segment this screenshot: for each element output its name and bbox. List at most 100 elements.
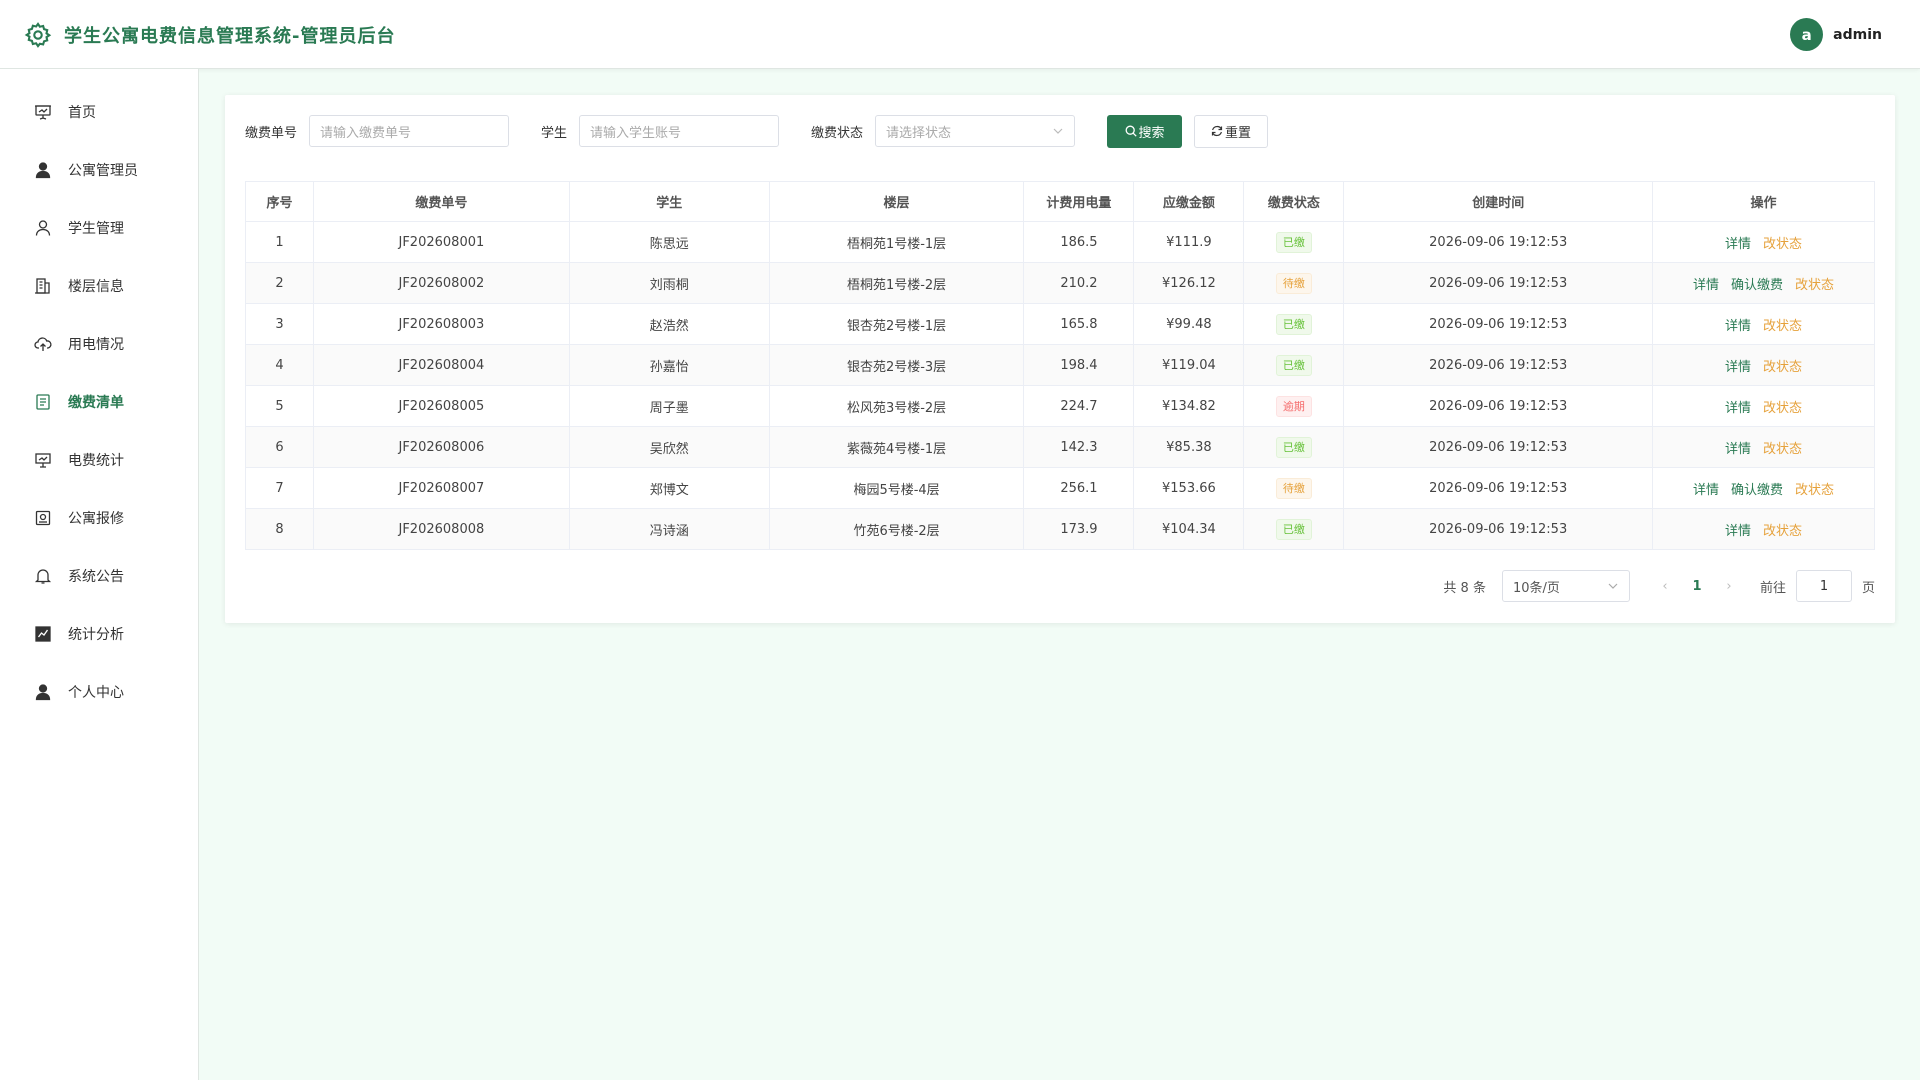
sidebar-item-9[interactable]: 统计分析 xyxy=(0,605,198,663)
table-row: 8 JF202608008 冯诗涵 竹苑6号楼-2层 173.9 ¥104.34 已缴 202… xyxy=(245,508,1875,550)
detail-link[interactable]: 详情 xyxy=(1725,438,1751,457)
student-input[interactable]: 请输入学生账号 xyxy=(579,115,780,147)
detail-link[interactable]: 详情 xyxy=(1725,315,1751,334)
page-number[interactable]: 1 xyxy=(1678,579,1716,594)
floor-name: 梅园5号楼-4层 xyxy=(768,467,1025,509)
goto-page-input[interactable]: 1 xyxy=(1795,570,1852,602)
change-status-link[interactable]: 改状态 xyxy=(1763,356,1802,375)
sidebar-item-8[interactable]: 系统公告 xyxy=(0,547,198,605)
status-cell: 逾期 xyxy=(1243,385,1345,427)
change-status-link[interactable]: 改状态 xyxy=(1795,274,1834,293)
detail-link[interactable]: 详情 xyxy=(1693,479,1719,498)
column-header: 楼层 xyxy=(768,181,1025,222)
detail-link[interactable]: 详情 xyxy=(1725,233,1751,252)
created-time: 2026-09-06 19:12:53 xyxy=(1343,426,1654,468)
created-time: 2026-09-06 19:12:53 xyxy=(1343,467,1654,509)
student-name: 冯诗涵 xyxy=(568,508,770,550)
bill-number: JF202608008 xyxy=(312,508,570,550)
bill-number: JF202608003 xyxy=(312,303,570,345)
status-badge: 待缴 xyxy=(1275,272,1312,294)
column-header: 计费用电量 xyxy=(1023,181,1135,222)
billed-usage: 165.8 xyxy=(1023,303,1135,345)
search-button[interactable]: 搜索 xyxy=(1107,114,1183,148)
sidebar-item-0[interactable]: 首页 xyxy=(0,83,198,141)
billed-usage: 142.3 xyxy=(1023,426,1135,468)
status-badge: 逾期 xyxy=(1275,395,1312,417)
total-count: 共 8 条 xyxy=(1443,580,1486,596)
table-row: 2 JF202608002 刘雨桐 梧桐苑1号楼-2层 210.2 ¥126.12 待缴 20… xyxy=(245,262,1875,304)
prev-page-icon[interactable]: ‹ xyxy=(1652,579,1678,594)
floor-name: 松风苑3号楼-2层 xyxy=(768,385,1025,427)
sidebar-item-6[interactable]: 电费统计 xyxy=(0,431,198,489)
reset-button[interactable]: 重置 xyxy=(1194,114,1269,148)
change-status-link[interactable]: 改状态 xyxy=(1763,315,1802,334)
sidebar-item-10[interactable]: 个人中心 xyxy=(0,663,198,721)
actions-cell: 详情 改状态 xyxy=(1652,385,1875,427)
chevron-down-icon xyxy=(1053,128,1063,134)
reset-button-label: 重置 xyxy=(1225,125,1252,141)
sidebar-item-2[interactable]: 学生管理 xyxy=(0,199,198,257)
student-name: 郑博文 xyxy=(568,467,770,509)
change-status-link[interactable]: 改状态 xyxy=(1763,520,1802,539)
status-badge: 已缴 xyxy=(1275,313,1312,335)
amount-due: ¥134.82 xyxy=(1133,385,1245,427)
status-cell: 待缴 xyxy=(1243,467,1345,509)
change-status-link[interactable]: 改状态 xyxy=(1795,479,1834,498)
sidebar-item-7[interactable]: 公寓报修 xyxy=(0,489,198,547)
cloud-upload-icon xyxy=(34,337,52,351)
page-size-value: 10条/页 xyxy=(1512,580,1560,596)
row-index: 1 xyxy=(245,221,314,263)
confirm-payment-link[interactable]: 确认缴费 xyxy=(1731,479,1783,498)
column-header: 序号 xyxy=(245,181,314,222)
search-button-label: 搜索 xyxy=(1138,125,1165,141)
page-size-select[interactable]: 10条/页 xyxy=(1501,570,1630,602)
amount-due: ¥85.38 xyxy=(1133,426,1245,468)
chart-icon xyxy=(35,626,51,642)
table-row: 3 JF202608003 赵浩然 银杏苑2号楼-1层 165.8 ¥99.48 已缴 202… xyxy=(245,303,1875,345)
change-status-link[interactable]: 改状态 xyxy=(1763,233,1802,252)
sidebar-item-label: 缴费清单 xyxy=(68,395,124,411)
status-badge: 待缴 xyxy=(1275,477,1312,499)
floor-name: 银杏苑2号楼-3层 xyxy=(768,344,1025,386)
created-time: 2026-09-06 19:12:53 xyxy=(1343,303,1654,345)
confirm-payment-link[interactable]: 确认缴费 xyxy=(1731,274,1783,293)
bill-no-input[interactable]: 请输入缴费单号 xyxy=(309,115,510,147)
change-status-link[interactable]: 改状态 xyxy=(1763,438,1802,457)
presentation-icon xyxy=(35,105,51,120)
next-page-icon[interactable]: › xyxy=(1716,579,1742,594)
sidebar-item-5[interactable]: 缴费清单 xyxy=(0,373,198,431)
status-badge: 已缴 xyxy=(1275,354,1312,376)
detail-link[interactable]: 详情 xyxy=(1693,274,1719,293)
avatar[interactable]: a xyxy=(1790,18,1824,51)
change-status-link[interactable]: 改状态 xyxy=(1763,397,1802,416)
status-cell: 待缴 xyxy=(1243,262,1345,304)
page-suffix: 页 xyxy=(1861,580,1875,596)
sidebar-item-3[interactable]: 楼层信息 xyxy=(0,257,198,315)
sidebar-item-label: 学生管理 xyxy=(68,221,124,237)
sidebar: 首页公寓管理员学生管理楼层信息用电情况缴费清单电费统计 公寓报修 系统公告 统计分析个… xyxy=(0,69,199,1080)
detail-link[interactable]: 详情 xyxy=(1725,520,1751,539)
billed-usage: 210.2 xyxy=(1023,262,1135,304)
row-index: 6 xyxy=(245,426,314,468)
created-time: 2026-09-06 19:12:53 xyxy=(1343,385,1654,427)
billed-usage: 256.1 xyxy=(1023,467,1135,509)
sidebar-item-1[interactable]: 公寓管理员 xyxy=(0,141,198,199)
created-time: 2026-09-06 19:12:53 xyxy=(1343,508,1654,550)
detail-link[interactable]: 详情 xyxy=(1725,356,1751,375)
bill-number: JF202608005 xyxy=(312,385,570,427)
user-filled-icon xyxy=(35,162,51,179)
table-row: 4 JF202608004 孙嘉怡 银杏苑2号楼-3层 198.4 ¥119.04 已缴 20… xyxy=(245,344,1875,386)
sidebar-item-4[interactable]: 用电情况 xyxy=(0,315,198,373)
sidebar-item-label: 用电情况 xyxy=(68,337,124,353)
actions-cell: 详情 改状态 xyxy=(1652,426,1875,468)
student-name: 周子墨 xyxy=(568,385,770,427)
billed-usage: 186.5 xyxy=(1023,221,1135,263)
status-select[interactable]: 请选择状态 xyxy=(875,115,1076,147)
user-menu[interactable]: a admin xyxy=(1790,18,1882,51)
status-cell: 已缴 xyxy=(1243,303,1345,345)
bell-icon xyxy=(34,569,52,584)
username[interactable]: admin xyxy=(1833,27,1882,43)
detail-link[interactable]: 详情 xyxy=(1725,397,1751,416)
sidebar-item-label: 首页 xyxy=(68,105,96,121)
bill-number: JF202608006 xyxy=(312,426,570,468)
